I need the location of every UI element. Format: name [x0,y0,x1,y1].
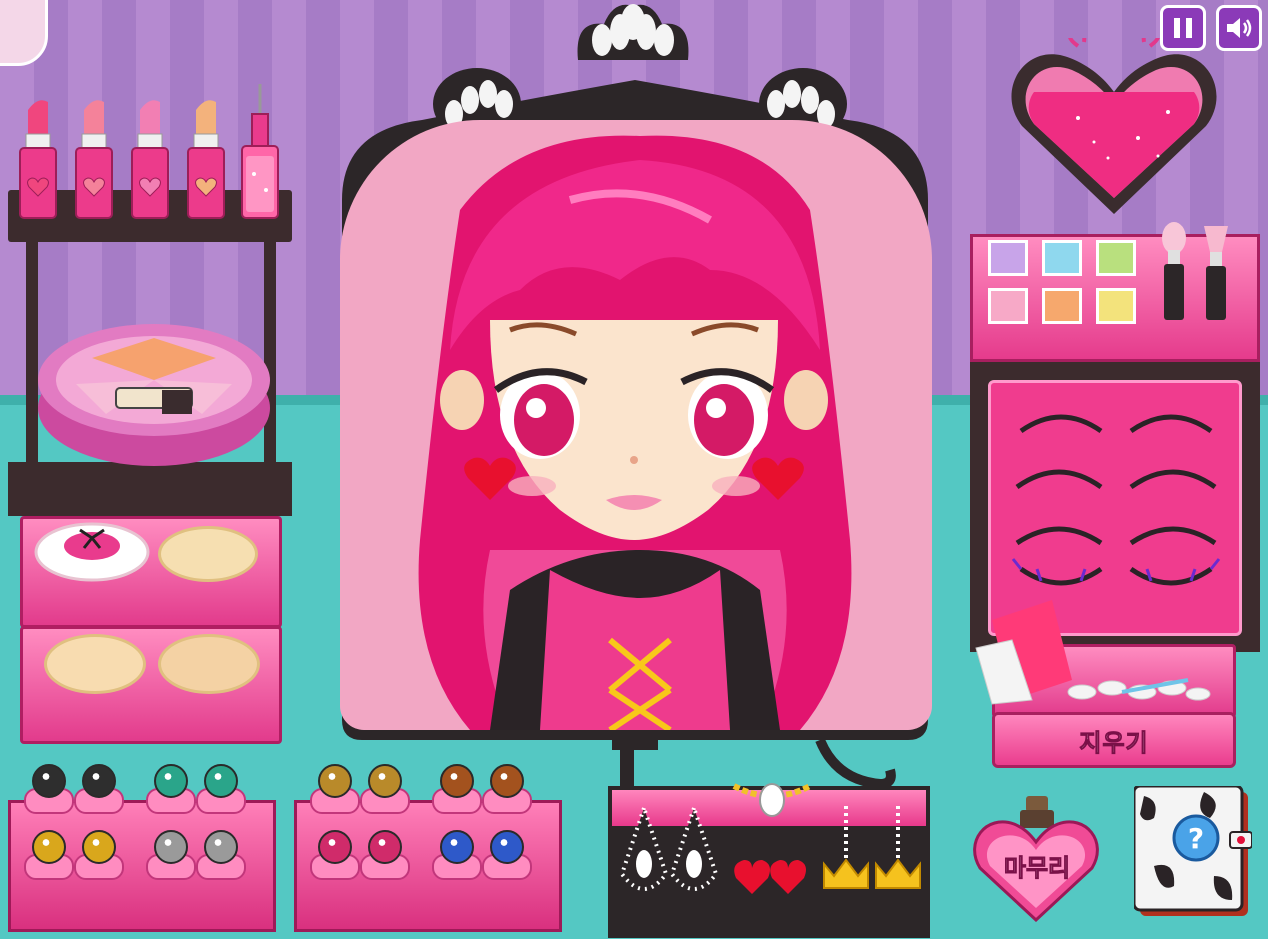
contact-lens[interactable] [490,764,524,798]
sound-button[interactable] [1216,5,1262,51]
lipstick[interactable] [130,96,170,219]
lower-shelf [8,462,292,516]
contact-lens[interactable] [82,830,116,864]
eyelash-panel [988,380,1242,636]
eraser-label: 지우기 [1079,728,1149,757]
nail-polish[interactable] [238,84,282,220]
eyeshadow-swatch[interactable] [1096,288,1136,324]
contact-lens[interactable] [368,764,402,798]
lipstick[interactable] [18,96,58,219]
question-mark-icon: ? [1188,822,1204,855]
contact-lens[interactable] [82,764,116,798]
contact-lens[interactable] [440,764,474,798]
lipstick[interactable] [74,96,114,219]
powder-cushion[interactable] [44,634,146,694]
powder-cushion[interactable] [158,634,260,694]
contact-lens[interactable] [318,764,352,798]
crown-earrings[interactable] [820,802,930,896]
heart-meter [1011,38,1217,215]
speaker-icon [1227,18,1252,38]
powder-cushion[interactable] [158,526,258,582]
makeup-brushes[interactable] [1156,220,1236,324]
contact-lens[interactable] [204,830,238,864]
contact-lens[interactable] [368,830,402,864]
eyeshadow-swatch[interactable] [1096,240,1136,276]
eyelash-options[interactable] [991,383,1239,633]
eraser-items [975,600,1211,705]
character[interactable] [340,120,932,730]
contact-lens[interactable] [490,830,524,864]
eyeshadow-swatch[interactable] [988,288,1028,324]
help-book[interactable]: ? [1134,786,1252,920]
contact-lens[interactable] [154,764,188,798]
eyeshadow-swatch[interactable] [1042,240,1082,276]
contact-lens[interactable] [440,830,474,864]
heart-earrings[interactable] [732,856,812,896]
lipstick[interactable] [186,96,226,219]
contact-lens[interactable] [154,830,188,864]
eyeshadow-swatch[interactable] [988,240,1028,276]
contact-lens[interactable] [204,764,238,798]
eyeshadow-swatch[interactable] [1042,288,1082,324]
contact-lens[interactable] [32,764,66,798]
contact-lens[interactable] [32,830,66,864]
mirror-glass [340,120,932,730]
finish-label: 마무리 [1003,854,1071,883]
eraser-button[interactable]: 지우기 [992,712,1236,768]
teardrop-earrings[interactable] [616,804,726,904]
necklace[interactable] [730,776,814,820]
puff-fluffy[interactable] [32,512,152,582]
mirror-crown-ornament [577,4,689,60]
blush-compact[interactable] [36,318,272,468]
contact-lens[interactable] [318,830,352,864]
